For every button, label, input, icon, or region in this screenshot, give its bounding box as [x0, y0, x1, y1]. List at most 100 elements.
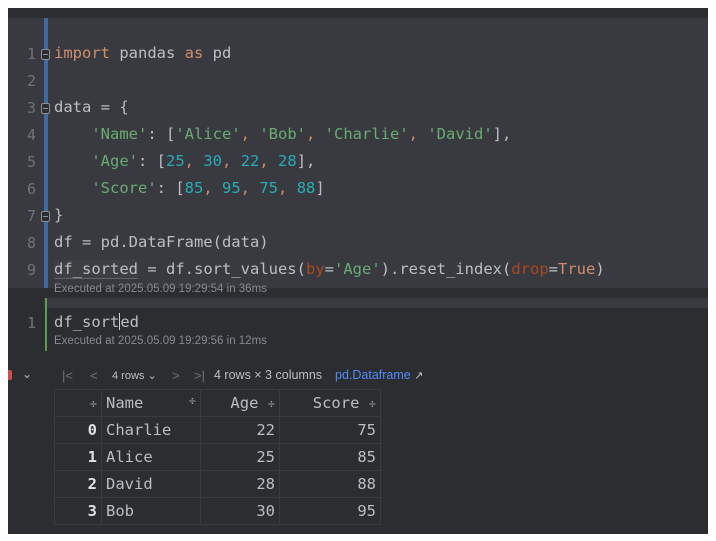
- string: 'Bob': [259, 125, 306, 143]
- rows-per-page-dropdown[interactable]: 4 rows ⌄: [112, 369, 157, 382]
- comma: ,: [222, 152, 241, 170]
- fold-marker-icon[interactable]: [41, 103, 50, 114]
- comma: ,: [240, 125, 260, 143]
- code-line-5[interactable]: 'Age': [25, 30, 22, 28],: [54, 152, 315, 170]
- last-page-button[interactable]: >|: [194, 368, 205, 383]
- line-number: 8: [26, 234, 36, 252]
- type-link[interactable]: pd.Dataframe ↗: [335, 368, 423, 382]
- line-number: 1: [26, 45, 36, 63]
- code-line-8[interactable]: df = pd.DataFrame(data): [54, 233, 269, 251]
- cell-2-marker: [45, 298, 47, 351]
- cell-age[interactable]: 22: [200, 416, 280, 444]
- cell-name[interactable]: Bob: [101, 497, 201, 525]
- cell-name[interactable]: David: [101, 470, 201, 498]
- execution-status: Executed at 2025.05.09 19:29:56 in 12ms: [54, 335, 267, 347]
- line-number: 1: [26, 314, 36, 332]
- collapse-chevron-icon[interactable]: ⌄: [22, 367, 32, 381]
- notebook-editor: 1 2 3 4 5 6 7 8 9 import pandas as pd da…: [8, 8, 708, 534]
- string: 'Alice': [175, 125, 241, 143]
- code-line-6[interactable]: 'Score': [85, 95, 75, 88]: [54, 179, 325, 197]
- code-cell-2[interactable]: 1 df_sorted Executed at 2025.05.09 19:29…: [8, 298, 708, 351]
- code-text: =: [324, 260, 334, 278]
- keyword: import: [54, 44, 110, 62]
- output-toolbar: ⌄ |< < 4 rows ⌄ > >| 4 rows × 3 columns …: [8, 365, 708, 387]
- chevron-down-icon: ⌄: [147, 370, 157, 382]
- table-row[interactable]: 0 Charlie 22 75: [54, 416, 381, 444]
- row-index: 1: [54, 443, 102, 471]
- code-cell-1[interactable]: 1 2 3 4 5 6 7 8 9 import pandas as pd da…: [8, 18, 708, 295]
- cell-age[interactable]: 28: [200, 470, 280, 498]
- cell-name[interactable]: Charlie: [101, 416, 201, 444]
- number: 95: [222, 179, 241, 197]
- identifier: pd: [203, 44, 232, 62]
- column-header-label: Score: [312, 394, 360, 412]
- code-line-7[interactable]: }: [54, 206, 63, 224]
- number: 75: [259, 179, 279, 197]
- cell-score[interactable]: 95: [279, 497, 381, 525]
- line-number: 5: [26, 153, 36, 171]
- first-page-button[interactable]: |<: [62, 368, 73, 383]
- next-page-button[interactable]: >: [172, 368, 180, 383]
- variable-highlight: df_sorted: [54, 260, 138, 279]
- code-text: ],: [296, 152, 316, 170]
- keyword: True: [558, 260, 596, 278]
- number: 88: [296, 179, 316, 197]
- line-number: 4: [26, 126, 36, 144]
- cell-name[interactable]: Alice: [101, 443, 201, 471]
- cell-age[interactable]: 30: [200, 497, 280, 525]
- sort-icon: ÷: [188, 394, 196, 408]
- string: 'Age': [91, 152, 138, 170]
- line-number: 2: [26, 72, 36, 90]
- number: 22: [240, 152, 260, 170]
- comma: ,: [306, 125, 325, 143]
- comma: ,: [259, 152, 279, 170]
- code-line-4[interactable]: 'Name': ['Alice', 'Bob', 'Charlie', 'Dav…: [54, 125, 511, 143]
- keyword: as: [184, 44, 204, 62]
- table-summary: 4 rows × 3 columns: [214, 368, 323, 382]
- comma: ,: [240, 179, 260, 197]
- output-marker: [8, 370, 12, 380]
- code-line-3[interactable]: data = {: [54, 98, 129, 116]
- code-text: ed: [120, 313, 139, 331]
- number: 28: [278, 152, 297, 170]
- code-text: : [: [138, 152, 166, 170]
- comma: ,: [408, 125, 428, 143]
- cell-2-header: [44, 298, 708, 308]
- comma: ,: [184, 152, 204, 170]
- dataframe-table: ÷ Name ÷ Age ÷ Score ÷ 0 Charlie 22 75 1 …: [54, 389, 381, 525]
- line-number: 7: [26, 207, 36, 225]
- prev-page-button[interactable]: <: [90, 368, 98, 383]
- code-text: ]: [315, 179, 325, 197]
- sort-icon: ÷: [267, 397, 275, 411]
- cell-age[interactable]: 25: [200, 443, 280, 471]
- code-line-1[interactable]: df_sorted: [54, 313, 139, 331]
- column-header-name[interactable]: Name ÷: [101, 389, 201, 417]
- column-header-score[interactable]: Score ÷: [279, 389, 381, 417]
- code-text: df = pd.DataFrame(data): [54, 233, 269, 251]
- table-row[interactable]: 3 Bob 30 95: [54, 497, 381, 525]
- code-line-9[interactable]: df_sorted = df.sort_values(by='Age').res…: [54, 260, 605, 279]
- param-name: drop: [511, 260, 549, 278]
- string: 'Score': [91, 179, 157, 197]
- index-header[interactable]: ÷: [54, 389, 102, 417]
- table-row[interactable]: 1 Alice 25 85: [54, 443, 381, 471]
- fold-marker-icon[interactable]: [41, 211, 50, 222]
- code-text: = df.sort_values(: [138, 260, 306, 278]
- comma: ,: [278, 179, 297, 197]
- fold-marker-icon[interactable]: [41, 49, 50, 60]
- column-header-label: Age: [230, 394, 259, 412]
- cell-score[interactable]: 85: [279, 443, 381, 471]
- number: 30: [203, 152, 223, 170]
- code-text: : [: [147, 125, 176, 143]
- column-header-age[interactable]: Age ÷: [200, 389, 280, 417]
- number: 25: [166, 152, 185, 170]
- line-number: 3: [26, 99, 36, 117]
- table-row[interactable]: 2 David 28 88: [54, 470, 381, 498]
- line-number: 9: [26, 261, 36, 279]
- param-name: by: [305, 260, 325, 278]
- cell-score[interactable]: 75: [279, 416, 381, 444]
- number: 85: [184, 179, 204, 197]
- cell-score[interactable]: 88: [279, 470, 381, 498]
- code-line-1[interactable]: import pandas as pd: [54, 44, 231, 62]
- row-index: 0: [54, 416, 102, 444]
